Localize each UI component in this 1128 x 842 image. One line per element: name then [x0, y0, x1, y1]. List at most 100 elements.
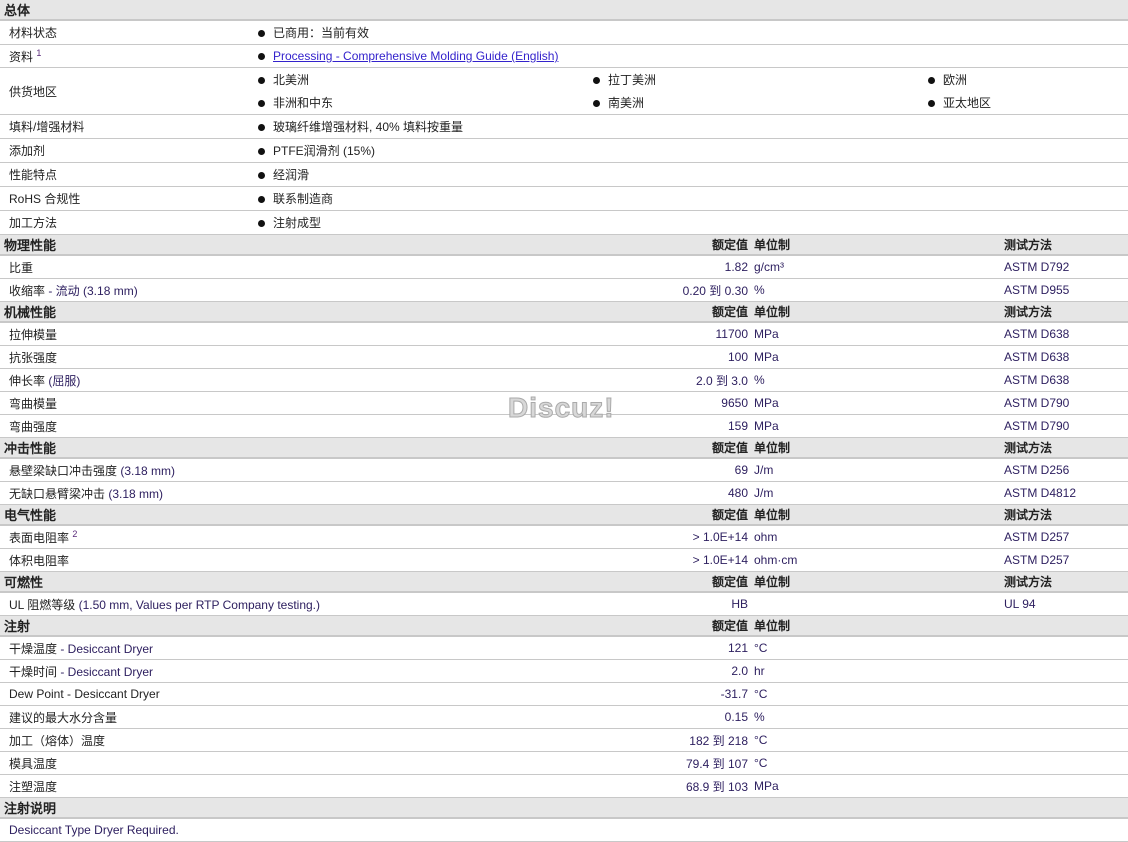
- property-unit: %: [754, 705, 1004, 729]
- property-row: 比重 1.82 g/cm³ ASTM D792: [0, 255, 1128, 279]
- property-row: 表面电阻率 2 > 1.0E+14 ohm ASTM D257: [0, 525, 1128, 549]
- property-value: 11700: [250, 322, 754, 346]
- test-method: ASTM D257: [1004, 525, 1128, 549]
- footnote-marker[interactable]: 1: [36, 48, 41, 58]
- footnote-marker[interactable]: 2: [72, 529, 77, 539]
- value-text: 非洲和中东: [273, 96, 334, 110]
- property-value: 121: [250, 636, 754, 660]
- value-text: 玻璃纤维增强材料, 40% 填料按重量: [273, 120, 464, 134]
- label-note: (屈服): [45, 373, 81, 388]
- property-label: 加工（熔体）温度: [0, 728, 250, 752]
- section-header: 物理性能 额定值 单位制 测试方法: [0, 234, 1128, 256]
- note-row: Desiccant Type Dryer Required.: [0, 818, 1128, 842]
- value-text: 南美洲: [608, 96, 645, 110]
- property-row: UL 阻燃等级 (1.50 mm, Values per RTP Company…: [0, 592, 1128, 616]
- bullet-icon: [258, 171, 265, 179]
- label-text: 无缺口悬臂梁冲击: [9, 486, 106, 501]
- value-text: 亚太地区: [943, 96, 992, 110]
- header-test: 测试方法: [1004, 437, 1128, 459]
- property-label: 拉伸模量: [0, 322, 250, 346]
- bullet-icon: [258, 99, 265, 107]
- property-row: 建议的最大水分含量 0.15%: [0, 705, 1128, 729]
- label-text: 添加剂: [9, 144, 46, 158]
- property-label: 抗张强度: [0, 345, 250, 369]
- label-text: 资料: [9, 49, 34, 64]
- property-values: 联系制造商: [250, 186, 1128, 211]
- test-method: ASTM D638: [1004, 368, 1128, 392]
- header-value: 额定值: [250, 301, 754, 323]
- label-text: 加工方法: [9, 216, 58, 230]
- test-method: ASTM D257: [1004, 548, 1128, 572]
- property-unit: MPa: [754, 322, 1004, 346]
- property-label: UL 阻燃等级 (1.50 mm, Values per RTP Company…: [0, 592, 320, 616]
- value-text: 北美洲: [273, 73, 310, 87]
- property-value: 0.15: [250, 705, 754, 729]
- section-header-notes: 注射说明: [0, 797, 1128, 819]
- property-value: 2.0 到 3.0: [250, 368, 754, 392]
- property-value: > 1.0E+14: [250, 525, 754, 549]
- property-label: 干燥温度 - Desiccant Dryer: [0, 636, 250, 660]
- property-unit: J/m: [754, 481, 1004, 505]
- property-row: 体积电阻率 > 1.0E+14 ohm·cm ASTM D257: [0, 548, 1128, 572]
- property-label: 材料状态: [0, 20, 250, 45]
- label-note: - Desiccant Dryer: [57, 641, 154, 656]
- section-header: 电气性能 额定值 单位制 测试方法: [0, 504, 1128, 526]
- label-text: Dew Point - Desiccant Dryer: [9, 687, 160, 701]
- header-unit: 单位制: [754, 234, 1004, 256]
- test-method: ASTM D256: [1004, 458, 1128, 482]
- header-test: 测试方法: [1004, 571, 1128, 593]
- property-unit: J/m: [754, 458, 1004, 482]
- label-text: UL 阻燃等级: [9, 597, 76, 612]
- property-row: 注塑温度 68.9 到 103 MPa: [0, 774, 1128, 798]
- label-text: 加工（熔体）温度: [9, 733, 106, 748]
- property-row: 材料状态 已商用：当前有效: [0, 20, 1128, 45]
- property-value: 79.4 到 107: [250, 751, 754, 775]
- property-unit: °C: [754, 682, 1004, 706]
- property-value: 68.9 到 103: [250, 774, 754, 798]
- property-unit: °C: [754, 728, 1004, 752]
- property-row: 加工（熔体）温度 182 到 218 °C: [0, 728, 1128, 752]
- property-label: Dew Point - Desiccant Dryer: [0, 682, 250, 706]
- test-method: [1004, 705, 1128, 729]
- bullet-icon: [593, 76, 600, 84]
- bullet-icon: [258, 147, 265, 155]
- test-method: ASTM D638: [1004, 322, 1128, 346]
- label-text: 伸长率: [9, 373, 46, 388]
- value-text: 欧洲: [943, 73, 968, 87]
- value-text: 拉丁美洲: [608, 73, 657, 87]
- property-row: 干燥温度 - Desiccant Dryer 121 °C: [0, 636, 1128, 660]
- property-row: RoHS 合规性 联系制造商: [0, 186, 1128, 211]
- value-text: 注射成型: [273, 216, 322, 230]
- header-value: 额定值: [250, 504, 754, 526]
- label-text: 建议的最大水分含量: [9, 710, 118, 725]
- section-title: 电气性能: [0, 504, 250, 526]
- test-method: UL 94: [1004, 592, 1128, 616]
- property-value: -31.7: [250, 682, 754, 706]
- property-label: 干燥时间 - Desiccant Dryer: [0, 659, 250, 683]
- header-value: 额定值: [250, 437, 754, 459]
- label-text: 模具温度: [9, 756, 58, 771]
- bullet-icon: [258, 52, 265, 60]
- property-unit: MPa: [754, 345, 1004, 369]
- section-title: 物理性能: [0, 234, 250, 256]
- property-label: 添加剂: [0, 138, 250, 163]
- property-value: 480: [250, 481, 754, 505]
- section-title: 注射说明: [0, 797, 1128, 819]
- bullet-icon: [928, 99, 935, 107]
- property-label: 供货地区: [0, 67, 250, 115]
- property-value: 2.0: [250, 659, 754, 683]
- header-test: 测试方法: [1004, 504, 1128, 526]
- document-link[interactable]: Processing - Comprehensive Molding Guide…: [273, 49, 558, 63]
- property-row: 性能特点 经润滑: [0, 162, 1128, 187]
- label-text: 供货地区: [9, 84, 58, 99]
- test-method: ASTM D638: [1004, 345, 1128, 369]
- test-method: [1004, 751, 1128, 775]
- property-row: 悬壁梁缺口冲击强度 (3.18 mm) 69 J/m ASTM D256: [0, 458, 1128, 482]
- header-test: 测试方法: [1004, 234, 1128, 256]
- test-method: [1004, 636, 1128, 660]
- label-note: - Desiccant Dryer: [57, 664, 154, 679]
- label-text: 表面电阻率: [9, 530, 70, 545]
- property-label: 体积电阻率: [0, 548, 250, 572]
- property-label: 悬壁梁缺口冲击强度 (3.18 mm): [0, 458, 250, 482]
- property-row: 填料/增强材料 玻璃纤维增强材料, 40% 填料按重量: [0, 114, 1128, 139]
